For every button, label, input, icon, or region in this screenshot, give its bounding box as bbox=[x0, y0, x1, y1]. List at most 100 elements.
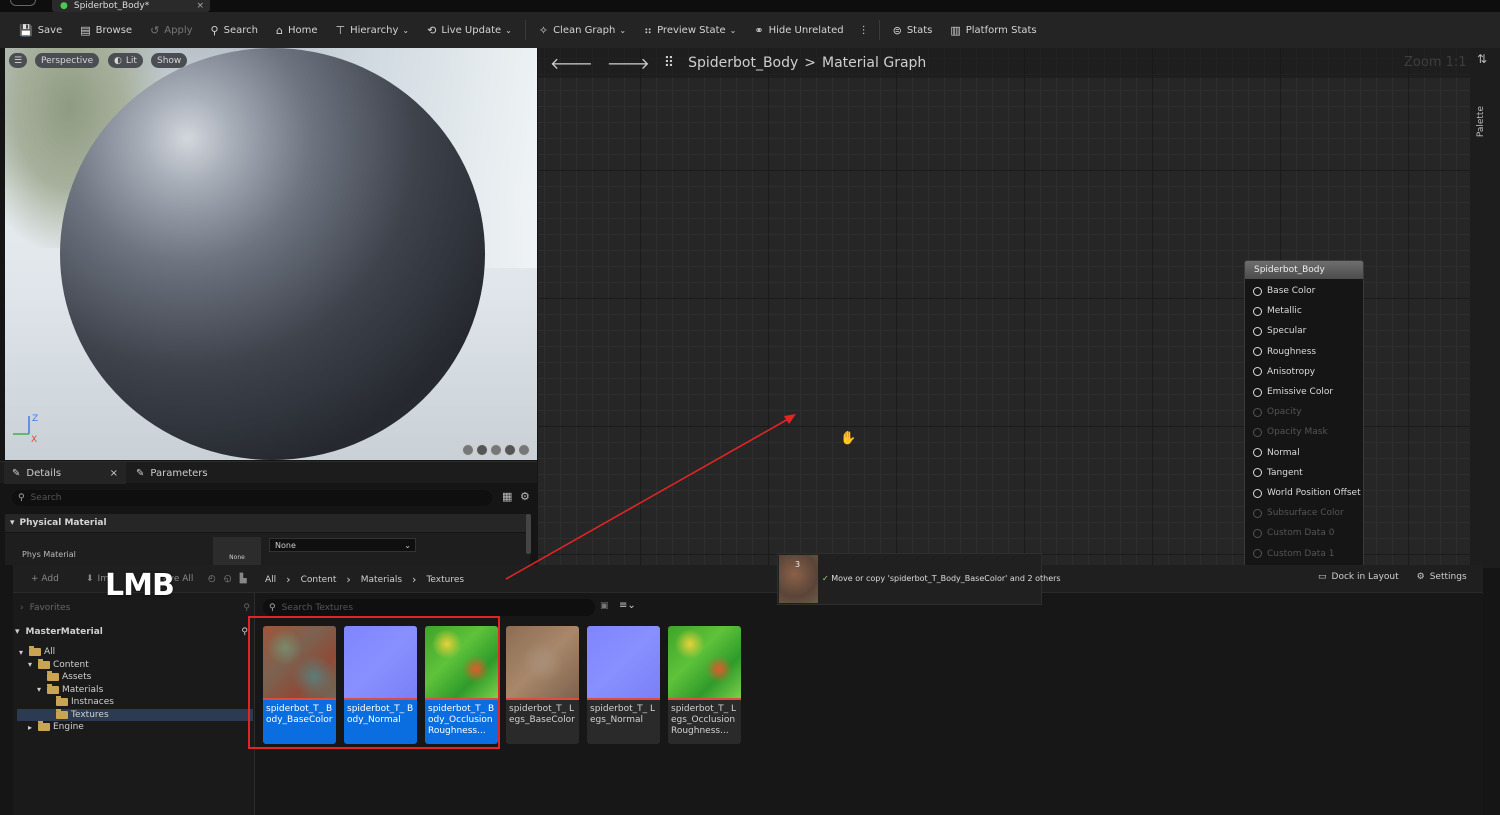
preview-state-button[interactable]: ⠶ Preview State ⌄ bbox=[635, 17, 745, 43]
show-button[interactable]: Show bbox=[151, 53, 188, 68]
folder-icon[interactable]: ▙ bbox=[240, 574, 247, 584]
forward-arrow-icon[interactable]: 🡒 bbox=[607, 53, 650, 73]
search-button[interactable]: ⚲ Search bbox=[202, 17, 267, 43]
texture-search-input[interactable]: ⚲ Search Textures bbox=[263, 599, 595, 616]
cube-preview-icon[interactable] bbox=[504, 444, 516, 456]
physical-material-section[interactable]: ▾ Physical Material bbox=[5, 514, 530, 532]
hide-unrelated-button[interactable]: ⚭ Hide Unrelated bbox=[745, 17, 852, 43]
pin-circle-icon[interactable] bbox=[1253, 286, 1262, 296]
chevron-down-icon[interactable]: ▾ bbox=[19, 648, 26, 657]
breadcrumb-item[interactable]: Materials bbox=[361, 575, 402, 585]
pin-circle-icon[interactable] bbox=[1253, 347, 1262, 357]
sphere-preview-icon[interactable] bbox=[476, 444, 488, 456]
pin-circle-icon[interactable] bbox=[1253, 367, 1262, 377]
browse-button[interactable]: ▤ Browse bbox=[71, 17, 141, 43]
settings-button[interactable]: ⚙ Settings bbox=[1417, 572, 1467, 582]
add-button[interactable]: + Add bbox=[31, 571, 59, 587]
filter-icon[interactable]: ≡⌄ bbox=[619, 600, 636, 611]
details-search-input[interactable]: ⚲ Search bbox=[12, 490, 492, 506]
pin-circle-icon[interactable] bbox=[1253, 306, 1262, 316]
close-tab-icon[interactable]: × bbox=[196, 1, 204, 11]
node-pin[interactable]: Opacity Mask bbox=[1253, 425, 1328, 439]
material-result-node[interactable]: Spiderbot_Body Base Color Metallic Specula… bbox=[1244, 260, 1364, 568]
details-scrollbar[interactable] bbox=[526, 514, 531, 554]
asset-tile[interactable]: spiderbot_T_ Legs_Normal bbox=[587, 626, 660, 744]
unreal-logo-icon[interactable] bbox=[10, 0, 36, 6]
cylinder-preview-icon[interactable] bbox=[462, 444, 474, 456]
node-pin[interactable]: Subsurface Color bbox=[1253, 506, 1344, 520]
tab-parameters[interactable]: ✎ Parameters bbox=[128, 462, 216, 484]
folder-tree-item[interactable]: ▾ Materials bbox=[17, 683, 253, 696]
pin-circle-icon[interactable] bbox=[1253, 387, 1262, 397]
live-update-button[interactable]: ⟲ Live Update ⌄ bbox=[418, 17, 521, 43]
favorites-section[interactable]: › Favorites ⚲ bbox=[20, 601, 250, 615]
node-pin[interactable]: Opacity bbox=[1253, 405, 1302, 419]
lit-button[interactable]: ◐ Lit bbox=[108, 53, 143, 68]
hierarchy-button[interactable]: ⊤ Hierarchy ⌄ bbox=[326, 17, 418, 43]
folder-tree-item[interactable]: Instnaces bbox=[17, 696, 253, 708]
breadcrumb-item[interactable]: Content bbox=[301, 575, 337, 585]
pin-circle-icon[interactable] bbox=[1253, 427, 1262, 437]
more-options-icon[interactable]: ⋮ bbox=[859, 25, 869, 36]
node-pin[interactable]: Roughness bbox=[1253, 345, 1316, 359]
pin-circle-icon[interactable] bbox=[1253, 326, 1262, 336]
node-pin[interactable]: Anisotropy bbox=[1253, 365, 1315, 379]
folder-tree-item[interactable]: Textures bbox=[17, 708, 253, 721]
pin-circle-icon[interactable] bbox=[1253, 407, 1262, 417]
pin-circle-icon[interactable] bbox=[1253, 468, 1262, 478]
pin-circle-icon[interactable] bbox=[1253, 448, 1262, 458]
phys-material-thumb[interactable]: None bbox=[213, 537, 261, 565]
dock-in-layout-button[interactable]: ▭ Dock in Layout bbox=[1318, 572, 1399, 582]
back-arrow-icon[interactable]: 🡐 bbox=[550, 53, 593, 73]
viewport-menu-icon[interactable]: ☰ bbox=[9, 53, 27, 68]
crumb-asset[interactable]: Spiderbot_Body bbox=[688, 55, 798, 71]
folder-tree-item[interactable]: ▸ Engine bbox=[17, 721, 253, 733]
folder-tree-item[interactable]: ▾ All bbox=[17, 646, 253, 658]
palette-icon[interactable]: ⇅ bbox=[1477, 52, 1487, 66]
teapot-preview-icon[interactable] bbox=[518, 444, 530, 456]
folder-tree-item[interactable]: ▾ Content bbox=[17, 658, 253, 671]
pin-circle-icon[interactable] bbox=[1253, 488, 1262, 498]
clean-graph-button[interactable]: ✧ Clean Graph ⌄ bbox=[530, 17, 635, 43]
asset-tab[interactable]: ● Spiderbot_Body* × bbox=[52, 0, 210, 12]
gear-icon[interactable]: ⚙ bbox=[520, 490, 530, 503]
tab-details[interactable]: ✎ Details × bbox=[4, 462, 126, 484]
asset-tile[interactable]: spiderbot_T_ Legs_Occlusion Roughness... bbox=[668, 626, 741, 744]
chevron-right-icon[interactable]: ▸ bbox=[28, 723, 35, 732]
palette-tab[interactable]: Palette bbox=[1476, 106, 1486, 137]
stats-button[interactable]: ⊜ Stats bbox=[884, 17, 942, 43]
home-button[interactable]: ⌂ Home bbox=[267, 17, 327, 43]
phys-material-dropdown[interactable]: None ⌄ bbox=[269, 538, 416, 552]
pin-circle-icon[interactable] bbox=[1253, 549, 1262, 559]
chevron-down-icon[interactable]: ▾ bbox=[28, 660, 35, 669]
search-icon[interactable]: ⚲ bbox=[243, 603, 250, 613]
pin-circle-icon[interactable] bbox=[1253, 508, 1262, 518]
history-back-icon[interactable]: ◴ bbox=[208, 574, 216, 584]
node-pin[interactable]: Metallic bbox=[1253, 304, 1302, 318]
node-pin[interactable]: Normal bbox=[1253, 446, 1300, 460]
chevron-down-icon[interactable]: ▾ bbox=[37, 685, 44, 694]
table-view-icon[interactable]: ▦ bbox=[502, 490, 512, 503]
plane-preview-icon[interactable] bbox=[490, 444, 502, 456]
preview-viewport[interactable]: ☰ Perspective ◐ Lit Show Z X bbox=[5, 48, 537, 460]
apply-button[interactable]: ↺ Apply bbox=[141, 17, 201, 43]
node-pin[interactable]: Emissive Color bbox=[1253, 385, 1333, 399]
node-pin[interactable]: World Position Offset bbox=[1253, 486, 1361, 500]
search-icon[interactable]: ⚲ bbox=[241, 627, 248, 637]
pin-circle-icon[interactable] bbox=[1253, 528, 1262, 538]
graph-hierarchy-icon[interactable]: ⠿ bbox=[664, 55, 674, 71]
platform-stats-button[interactable]: ▥ Platform Stats bbox=[941, 17, 1045, 43]
node-pin[interactable]: Custom Data 0 bbox=[1253, 526, 1334, 540]
node-pin[interactable]: Tangent bbox=[1253, 466, 1303, 480]
crumb-material-graph[interactable]: Material Graph bbox=[822, 55, 926, 71]
perspective-button[interactable]: Perspective bbox=[35, 53, 100, 68]
close-details-icon[interactable]: × bbox=[110, 468, 118, 479]
master-material-section[interactable]: ▾ MasterMaterial ⚲ bbox=[15, 623, 252, 641]
breadcrumb-item[interactable]: All bbox=[265, 575, 276, 585]
save-button[interactable]: 💾 Save bbox=[10, 17, 71, 43]
folder-tree-item[interactable]: Assets bbox=[17, 671, 253, 683]
node-pin[interactable]: Specular bbox=[1253, 324, 1306, 338]
node-pin[interactable]: Custom Data 1 bbox=[1253, 547, 1334, 561]
node-pin[interactable]: Base Color bbox=[1253, 284, 1315, 298]
breadcrumb-item[interactable]: Textures bbox=[426, 575, 464, 585]
